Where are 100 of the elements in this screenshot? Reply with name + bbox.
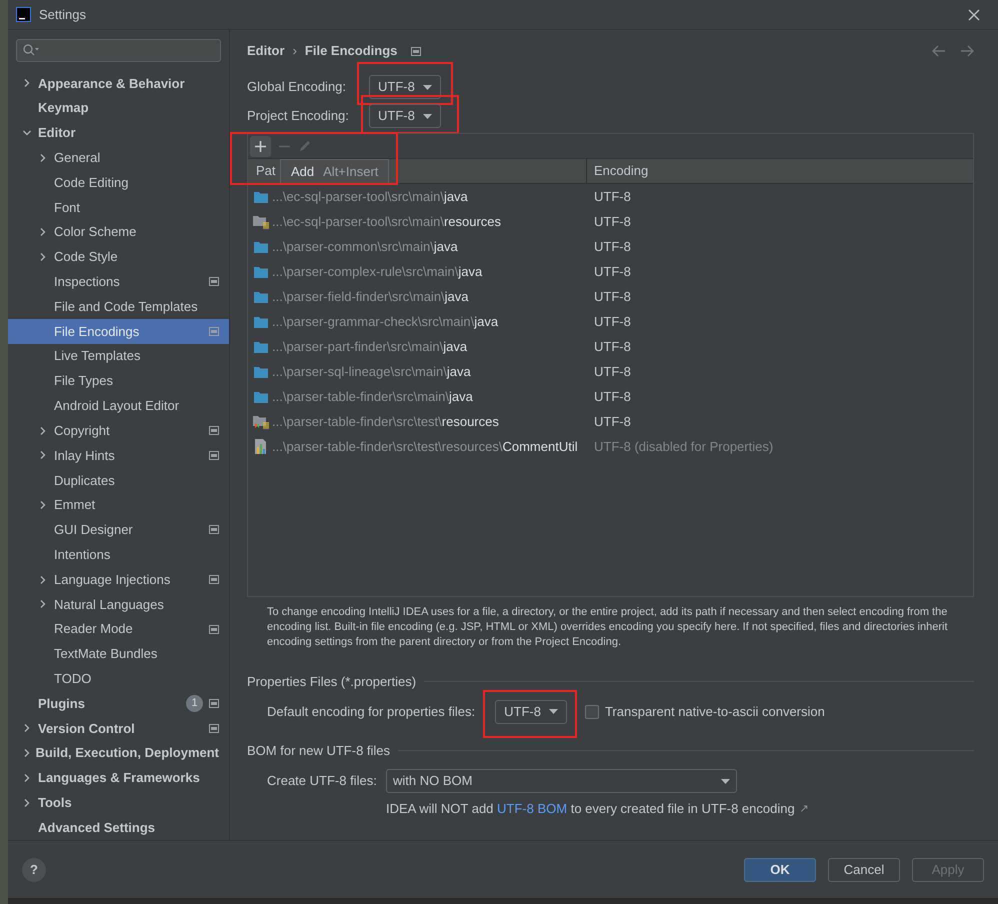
sidebar-item[interactable]: Language Injections bbox=[8, 567, 229, 592]
sidebar-item[interactable]: Code Editing bbox=[8, 170, 229, 195]
chevron-right-icon[interactable] bbox=[22, 723, 32, 734]
breadcrumb-parent[interactable]: Editor bbox=[247, 41, 285, 61]
sidebar-item[interactable]: Keymap bbox=[8, 96, 229, 120]
column-header[interactable]: Encoding bbox=[587, 161, 648, 181]
close-icon[interactable] bbox=[968, 8, 980, 20]
field-label: Create UTF-8 files: bbox=[267, 772, 378, 790]
encoding-dropdown[interactable]: UTF-8 bbox=[495, 700, 567, 724]
window-title: Settings bbox=[39, 6, 86, 24]
sidebar-label: File Types bbox=[54, 372, 114, 390]
bom-dropdown[interactable]: with NO BOM bbox=[386, 769, 737, 793]
sidebar-item[interactable]: Font bbox=[8, 194, 229, 220]
encoding-cell-text: UTF-8 bbox=[593, 388, 631, 406]
sidebar-label: GUI Designer bbox=[54, 521, 134, 540]
sidebar-item[interactable]: Color Scheme bbox=[8, 220, 229, 245]
sidebar-item[interactable]: Android Layout Editor bbox=[8, 393, 229, 418]
sidebar-item[interactable]: Natural Languages bbox=[8, 592, 229, 617]
folder-icon bbox=[254, 340, 268, 352]
add-button[interactable] bbox=[250, 136, 271, 156]
folder-icon bbox=[254, 316, 268, 328]
sidebar-item[interactable]: TextMate Bundles bbox=[8, 642, 229, 666]
encoding-cell-text: UTF-8 bbox=[593, 412, 631, 431]
chevron-right-icon[interactable] bbox=[22, 78, 32, 88]
sidebar-item[interactable]: File Types bbox=[8, 368, 229, 394]
sidebar-item[interactable]: Emmet bbox=[8, 492, 229, 518]
project-scope-icon bbox=[209, 525, 219, 534]
chevron-right-icon[interactable] bbox=[22, 798, 32, 808]
external-link-icon: ↗ bbox=[800, 800, 809, 817]
field-label: Default encoding for properties files: bbox=[267, 702, 476, 721]
chevron-right-icon[interactable] bbox=[22, 748, 32, 758]
chevron-right-icon[interactable] bbox=[38, 252, 48, 262]
checkbox-label[interactable]: Transparent native-to-ascii conversion bbox=[604, 702, 825, 722]
dropdown-arrow-icon bbox=[721, 778, 730, 784]
search-icon bbox=[23, 44, 39, 56]
tooltip: Add Alt+Insert bbox=[280, 159, 390, 184]
encoding-dropdown[interactable]: UTF-8 bbox=[369, 75, 441, 99]
project-scope-icon bbox=[209, 724, 219, 733]
folder-icon bbox=[254, 366, 268, 378]
sidebar-item[interactable]: Copyright bbox=[8, 418, 229, 444]
chevron-right-icon[interactable] bbox=[38, 500, 48, 510]
sidebar-item[interactable]: Code Style bbox=[8, 244, 229, 270]
project-scope-icon bbox=[209, 326, 219, 336]
sidebar-item[interactable]: TODO bbox=[8, 666, 229, 692]
sidebar-item[interactable]: Advanced Settings bbox=[8, 815, 229, 840]
sidebar-item[interactable]: Appearance & Behavior bbox=[8, 70, 229, 96]
sidebar-item[interactable]: GUI Designer bbox=[8, 517, 229, 542]
bom-link[interactable]: UTF-8 BOM bbox=[497, 801, 568, 816]
sidebar-item[interactable]: Inspections bbox=[8, 269, 229, 294]
sidebar-item[interactable]: Build, Execution, Deployment bbox=[8, 740, 229, 766]
project-scope-icon bbox=[209, 624, 219, 634]
sidebar-label: File and Code Templates bbox=[54, 298, 199, 316]
sidebar-label: Emmet bbox=[54, 496, 96, 514]
sidebar-label: Duplicates bbox=[54, 472, 116, 490]
chevron-right-icon[interactable] bbox=[38, 450, 48, 460]
checkbox[interactable] bbox=[584, 704, 599, 718]
sidebar-item[interactable]: Reader Mode bbox=[8, 616, 229, 642]
breadcrumb-separator: › bbox=[292, 42, 297, 60]
chevron-down-icon[interactable] bbox=[22, 128, 32, 138]
sidebar-item[interactable]: Plugins 1 bbox=[8, 691, 229, 716]
help-button[interactable]: ? bbox=[22, 858, 46, 882]
sidebar-item[interactable]: Duplicates bbox=[8, 468, 229, 493]
sidebar-label: Plugins bbox=[38, 694, 86, 713]
bom-note: IDEA will NOT add UTF-8 BOM to every created file in UTF-8 encoding bbox=[386, 800, 795, 818]
sidebar-item[interactable]: File and Code Templates bbox=[8, 294, 229, 319]
path-cell-text: ...\parser-complex-rule\src\main\java bbox=[272, 262, 482, 281]
sidebar-item[interactable]: Live Templates bbox=[8, 344, 229, 369]
path-cell-text: ...\parser-table-finder\src\test\resources\CommentUtil bbox=[272, 438, 578, 456]
sidebar-label: Natural Languages bbox=[54, 596, 165, 614]
encoding-cell-text: UTF-8 bbox=[593, 312, 631, 331]
encoding-cell-text: UTF-8 bbox=[593, 238, 631, 256]
section-title: Properties Files (*.properties) bbox=[247, 673, 416, 691]
sidebar-label: Editor bbox=[38, 124, 77, 142]
project-scope-icon bbox=[209, 575, 219, 584]
sidebar-label: Appearance & Behavior bbox=[38, 74, 186, 93]
dropdown-arrow-icon bbox=[422, 84, 432, 90]
sidebar-item[interactable]: Tools bbox=[8, 790, 229, 816]
sidebar-item[interactable]: Languages & Frameworks bbox=[8, 766, 229, 790]
sidebar-label: Languages & Frameworks bbox=[38, 769, 201, 788]
sidebar-item[interactable]: Editor bbox=[8, 120, 229, 146]
dialog-button[interactable]: OK bbox=[744, 858, 816, 882]
sidebar-item[interactable]: Intentions bbox=[8, 542, 229, 568]
path-cell-text: ...\parser-table-finder\src\main\java bbox=[272, 388, 473, 406]
folder-icon bbox=[254, 240, 268, 252]
chevron-right-icon[interactable] bbox=[38, 599, 48, 610]
sidebar-item[interactable]: Inlay Hints bbox=[8, 443, 229, 468]
chevron-right-icon[interactable] bbox=[38, 227, 48, 238]
chevron-right-icon[interactable] bbox=[38, 152, 48, 163]
search-field[interactable] bbox=[16, 39, 221, 62]
dialog-button[interactable]: Cancel bbox=[828, 858, 900, 882]
encoding-dropdown[interactable]: UTF-8 bbox=[369, 104, 441, 128]
chevron-right-icon[interactable] bbox=[22, 773, 32, 783]
chevron-right-icon[interactable] bbox=[38, 426, 48, 436]
sidebar-item[interactable]: General bbox=[8, 145, 229, 170]
sidebar-item[interactable]: Version Control bbox=[8, 716, 229, 741]
folder-icon bbox=[254, 266, 268, 278]
resource-folder-icon bbox=[253, 214, 269, 228]
sidebar-label: Reader Mode bbox=[54, 620, 134, 638]
chevron-right-icon[interactable] bbox=[38, 574, 48, 584]
sidebar-item[interactable]: File Encodings bbox=[8, 318, 229, 344]
